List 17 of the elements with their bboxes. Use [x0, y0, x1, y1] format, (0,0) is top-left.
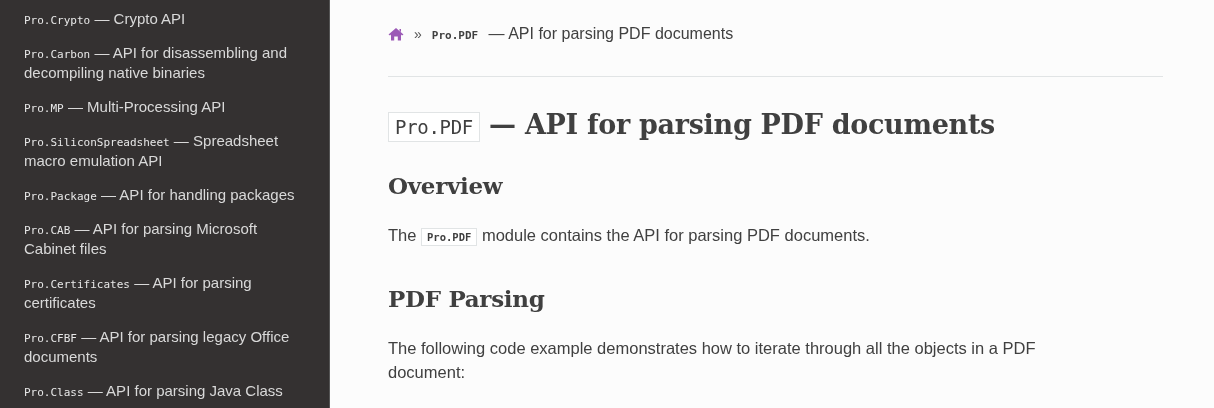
home-icon[interactable] — [388, 27, 404, 41]
section-heading: Overview — [388, 172, 504, 199]
paragraph: The following code example demonstrates how to iterate through all the objects in a PDF document: — [388, 338, 1037, 383]
sidebar-link[interactable]: Pro.CAB — API for parsing Microsoft Cabinet files — [24, 219, 305, 259]
page-title: Pro.PDF — API for parsing PDF documents — [388, 109, 1163, 140]
sidebar-link[interactable]: Pro.Class — API for parsing Java Class — [24, 381, 305, 401]
sidebar-link[interactable]: Pro.Carbon — API for disassembling and decompiling native binaries — [24, 43, 305, 83]
sidebar-link[interactable]: Pro.SiliconSpreadsheet — Spreadsheet macro emulation API — [24, 131, 305, 171]
breadcrumb-separator: » — [414, 26, 422, 42]
sidebar-link[interactable]: Pro.MP — Multi-Processing API — [24, 97, 305, 117]
breadcrumb-current: Pro.PDF — API for parsing PDF documents — [431, 25, 734, 43]
sidebar-link[interactable]: Pro.Crypto — Crypto API — [24, 9, 305, 29]
section-heading: PDF Parsing — [388, 285, 546, 312]
sidebar-link[interactable]: Pro.Certificates — API for parsing certificates — [24, 273, 305, 313]
paragraph: The Pro.PDF module contains the API for parsing PDF documents. — [388, 225, 871, 248]
sidebar-link[interactable]: Pro.Package — API for handling packages — [24, 185, 305, 205]
sidebar-link[interactable]: Pro.CFBF — API for parsing legacy Office documents — [24, 327, 305, 367]
